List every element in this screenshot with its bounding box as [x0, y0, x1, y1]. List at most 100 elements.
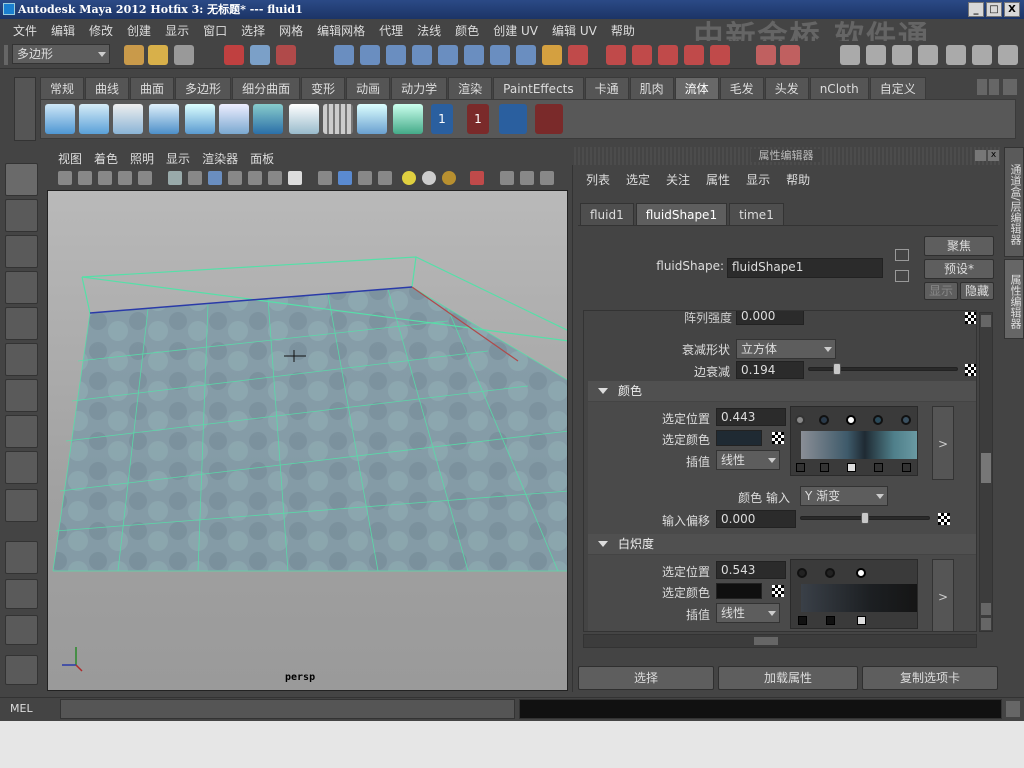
shelf-tab-fluids[interactable]: 流体: [674, 77, 719, 99]
outliner-icon[interactable]: [780, 45, 800, 65]
quick-layout-icon[interactable]: [5, 655, 38, 685]
smooth-shade-icon[interactable]: [338, 171, 352, 185]
partial-map-button-icon[interactable]: [965, 312, 976, 324]
cache-create-icon[interactable]: [499, 104, 527, 134]
initial-state-icon[interactable]: 1: [431, 104, 453, 134]
color-map-icon[interactable]: [772, 432, 784, 444]
render-settings-icon[interactable]: [710, 45, 730, 65]
color-ramp-marker[interactable]: [819, 415, 829, 425]
select-object-icon[interactable]: [250, 45, 270, 65]
incan-selected-color-swatch[interactable]: [716, 583, 762, 599]
viewport-menu-renderer[interactable]: 渲染器: [196, 150, 244, 167]
3d-container-icon[interactable]: [45, 104, 75, 134]
scale-tool-icon[interactable]: [5, 343, 38, 376]
paint-fluid-icon[interactable]: [113, 104, 143, 134]
move-tool-icon[interactable]: [5, 271, 38, 304]
color-input-dropdown[interactable]: Y 渐变: [800, 486, 888, 506]
input-ops-icon[interactable]: [568, 45, 588, 65]
shelf-tab-toon[interactable]: 卡通: [584, 77, 629, 99]
menu-modify[interactable]: 修改: [82, 22, 120, 39]
shelf-tab-subdivs[interactable]: 细分曲面: [232, 77, 301, 99]
maximize-button[interactable]: □: [986, 2, 1002, 17]
emit-from-object-icon[interactable]: [185, 104, 215, 134]
select-button[interactable]: 选择: [578, 666, 714, 690]
color-ramp-delete-icon[interactable]: [820, 463, 829, 472]
grid-display-icon[interactable]: [323, 104, 353, 134]
shelf-tab-general[interactable]: 常规: [40, 77, 85, 99]
color-interp-dropdown[interactable]: 线性: [716, 450, 780, 470]
scroll-down-icon[interactable]: [981, 603, 991, 615]
h-scroll-thumb[interactable]: [754, 637, 778, 645]
question-icon[interactable]: [516, 45, 536, 65]
color-selected-position-field[interactable]: 0.443: [716, 408, 786, 426]
shelf-tab-ncloth[interactable]: nCloth: [809, 77, 869, 99]
focus-button[interactable]: 聚焦: [924, 236, 994, 256]
shelf-tab-curves[interactable]: 曲线: [85, 77, 130, 99]
snap-live-icon[interactable]: [464, 45, 484, 65]
last-tool-icon[interactable]: [5, 489, 38, 522]
incan-interp-dropdown[interactable]: 线性: [716, 603, 780, 623]
show-manip-tool-icon[interactable]: [5, 451, 38, 484]
command-input[interactable]: [60, 699, 515, 719]
ae-horizontal-scrollbar[interactable]: [583, 634, 977, 648]
menu-edit-mesh[interactable]: 编辑网格: [310, 22, 372, 39]
script-editor-icon[interactable]: [1006, 701, 1020, 717]
viewport-menu-show[interactable]: 显示: [160, 150, 196, 167]
ae-tab-fluidshape1[interactable]: fluidShape1: [635, 203, 728, 225]
attribute-editor-icon[interactable]: [998, 45, 1018, 65]
scroll-down-icon[interactable]: [981, 618, 991, 630]
shelf-tab-polygons[interactable]: 多边形: [175, 77, 232, 99]
safe-action-icon[interactable]: [268, 171, 282, 185]
shelf-tab-surfaces[interactable]: 曲面: [130, 77, 175, 99]
menu-create-uv[interactable]: 创建 UV: [486, 22, 545, 39]
menu-color[interactable]: 颜色: [448, 22, 486, 39]
snap-point-icon[interactable]: [386, 45, 406, 65]
grip-handle-icon[interactable]: [4, 45, 8, 65]
shelf-tab-hair[interactable]: 头发: [764, 77, 809, 99]
select-component-icon[interactable]: [276, 45, 296, 65]
graph-editor-icon[interactable]: [840, 45, 860, 65]
high-quality-icon[interactable]: [442, 171, 456, 185]
menu-edit-uv[interactable]: 编辑 UV: [545, 22, 604, 39]
2d-container-icon[interactable]: [79, 104, 109, 134]
incan-ramp-delete-icon[interactable]: [857, 616, 866, 625]
extend-fluid-icon[interactable]: [357, 104, 387, 134]
shelf-tab-dynamics[interactable]: 动力学: [391, 77, 448, 99]
menu-mesh[interactable]: 网格: [272, 22, 310, 39]
ocean-icon[interactable]: [253, 104, 283, 134]
falloff-shape-dropdown[interactable]: 立方体: [736, 339, 836, 359]
cache-delete-icon[interactable]: [535, 104, 563, 134]
hypershade-icon[interactable]: [892, 45, 912, 65]
shelf-tab-painteffects[interactable]: PaintEffects: [493, 77, 584, 99]
color-selected-color-swatch[interactable]: [716, 430, 762, 446]
color-section-header[interactable]: 颜色: [588, 381, 976, 401]
viewport-menu-panels[interactable]: 面板: [244, 150, 280, 167]
use-lights-icon[interactable]: [402, 171, 416, 185]
shelf-tab-animation[interactable]: 动画: [346, 77, 391, 99]
menu-file[interactable]: 文件: [6, 22, 44, 39]
camera-select-icon[interactable]: [58, 171, 72, 185]
magnet-icon[interactable]: [606, 45, 626, 65]
snap-curve-icon[interactable]: [360, 45, 380, 65]
ae-vertical-scrollbar[interactable]: [979, 312, 993, 632]
color-ramp-editor[interactable]: [790, 406, 918, 476]
lock-icon[interactable]: [542, 45, 562, 65]
menu-help[interactable]: 帮助: [604, 22, 642, 39]
viewport-menu-view[interactable]: 视图: [52, 150, 88, 167]
image-plane-icon[interactable]: [118, 171, 132, 185]
new-scene-icon[interactable]: [124, 45, 144, 65]
manipulator-tool-icon[interactable]: [5, 379, 38, 412]
paint-select-tool-icon[interactable]: [5, 235, 38, 268]
color-ramp-delete-icon[interactable]: [874, 463, 883, 472]
snap-surface-icon[interactable]: [438, 45, 458, 65]
clapboard-icon[interactable]: [866, 45, 886, 65]
resolution-gate-icon[interactable]: [208, 171, 222, 185]
soft-mod-tool-icon[interactable]: [5, 415, 38, 448]
shelf-scroll-left-icon[interactable]: [977, 79, 987, 95]
ae-menu-help[interactable]: 帮助: [778, 169, 818, 191]
clear-initial-state-icon[interactable]: 1: [467, 104, 489, 134]
menu-window[interactable]: 窗口: [196, 22, 234, 39]
viewport-menu-lighting[interactable]: 照明: [124, 150, 160, 167]
edge-dropoff-field[interactable]: 0.194: [736, 361, 804, 379]
color-ramp-delete-icon[interactable]: [902, 463, 911, 472]
